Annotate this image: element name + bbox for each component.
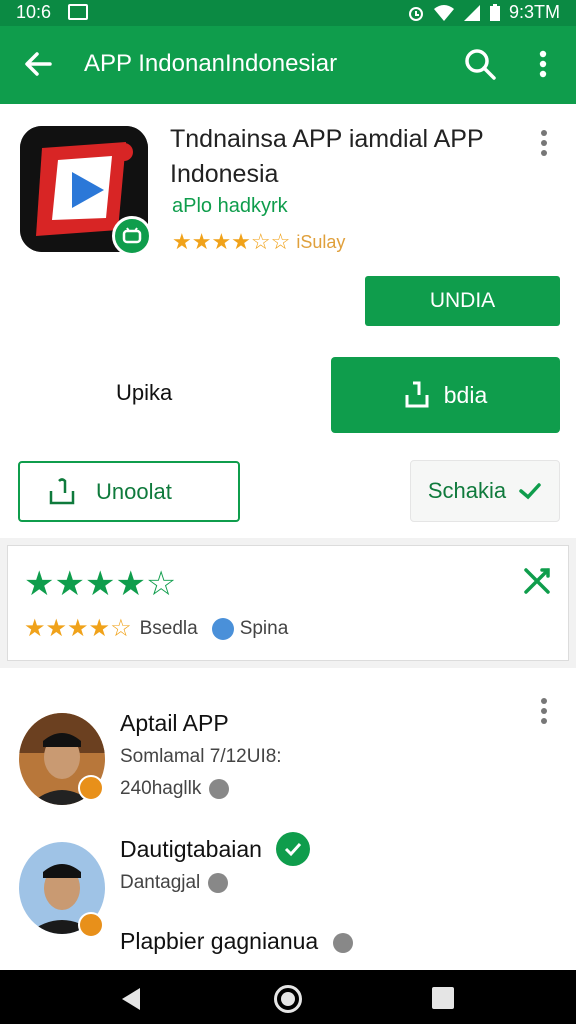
- review-meta: Somlamal 7/12UI8:: [120, 746, 282, 767]
- primary-action-button[interactable]: bdia: [331, 357, 560, 433]
- review-date: Somlamal 7/12UI8:: [120, 746, 282, 768]
- toolbar-title: APP IndonanIndonesiar: [84, 50, 338, 77]
- nav-home-icon[interactable]: [274, 985, 302, 1013]
- app-title: Tndnainsa APP iamdial APP Indonesia: [170, 125, 484, 188]
- reviewer-name: Dautigtabaian: [120, 836, 262, 862]
- review-text-label: Plapbier gagnianua: [120, 928, 319, 954]
- download-icon: [405, 381, 429, 408]
- image-notification-icon: [68, 4, 88, 20]
- review-menu-icon[interactable]: [536, 698, 552, 726]
- status-icons: 9:3TM: [407, 2, 560, 23]
- small-star-icon: ★★★★☆: [24, 615, 132, 642]
- status-bar: 10:6 9:3TM: [0, 0, 576, 26]
- rating-row-label: Bsedla: [139, 617, 198, 639]
- battery-icon: [489, 3, 500, 21]
- upload-icon: [49, 477, 75, 504]
- schakia-button[interactable]: Schakia: [410, 460, 560, 522]
- upload-button[interactable]: Unoolat: [18, 461, 240, 522]
- app-rating: ★★★★☆☆ iSulay: [172, 229, 345, 255]
- verified-icon: [276, 832, 310, 866]
- badge-icon: [78, 912, 104, 938]
- verified-badge-icon: [112, 216, 152, 256]
- pencil-icon[interactable]: [211, 617, 234, 640]
- reviewer-name: Aptail APP: [120, 710, 229, 736]
- upload-label: Unoolat: [96, 478, 172, 504]
- install-button[interactable]: UNDIA: [365, 276, 560, 326]
- badge-icon: [78, 775, 104, 801]
- schakia-label: Schakia: [427, 478, 507, 503]
- nav-recents-icon[interactable]: [432, 987, 454, 1009]
- spin-label[interactable]: Spina: [240, 618, 289, 640]
- review-meta: Dantagjal: [120, 872, 201, 893]
- system-nav-bar: [0, 970, 576, 1024]
- app-card-menu-icon[interactable]: [536, 130, 552, 158]
- shield-icon: [209, 779, 230, 799]
- app-toolbar: APP IndonanIndonesiar: [0, 26, 576, 104]
- close-icon[interactable]: [522, 566, 552, 596]
- secondary-label[interactable]: Upika: [116, 380, 172, 406]
- wifi-icon: [433, 4, 454, 21]
- status-time: 10:6: [16, 2, 52, 22]
- status-clock: 9:3TM: [508, 2, 560, 22]
- overflow-menu-icon[interactable]: [528, 46, 558, 82]
- shield-icon: [208, 873, 229, 893]
- rating-summary: ★★★★☆ Bsedla Spina: [24, 614, 288, 643]
- star-rating-icon: ★★★★☆☆: [172, 229, 291, 254]
- review-count-label: 240hagllk: [120, 778, 202, 799]
- alarm-icon: [408, 6, 423, 21]
- developer-name[interactable]: aPlo hadkyrk: [172, 195, 288, 218]
- review-count: 240hagllk: [120, 778, 230, 800]
- shield-icon: [332, 932, 353, 953]
- primary-action-label: bdia: [443, 381, 488, 408]
- review-text: Plapbier gagnianua: [120, 928, 353, 955]
- back-arrow-icon[interactable]: [20, 46, 56, 82]
- signal-icon: [463, 4, 480, 21]
- rate-stars-input[interactable]: ★★★★☆: [24, 564, 176, 604]
- check-icon: [519, 483, 541, 500]
- rating-label: iSulay: [296, 231, 346, 252]
- review-meta-row: Dantagjal: [120, 872, 229, 894]
- nav-back-icon[interactable]: [118, 986, 144, 1012]
- search-icon[interactable]: [462, 46, 498, 82]
